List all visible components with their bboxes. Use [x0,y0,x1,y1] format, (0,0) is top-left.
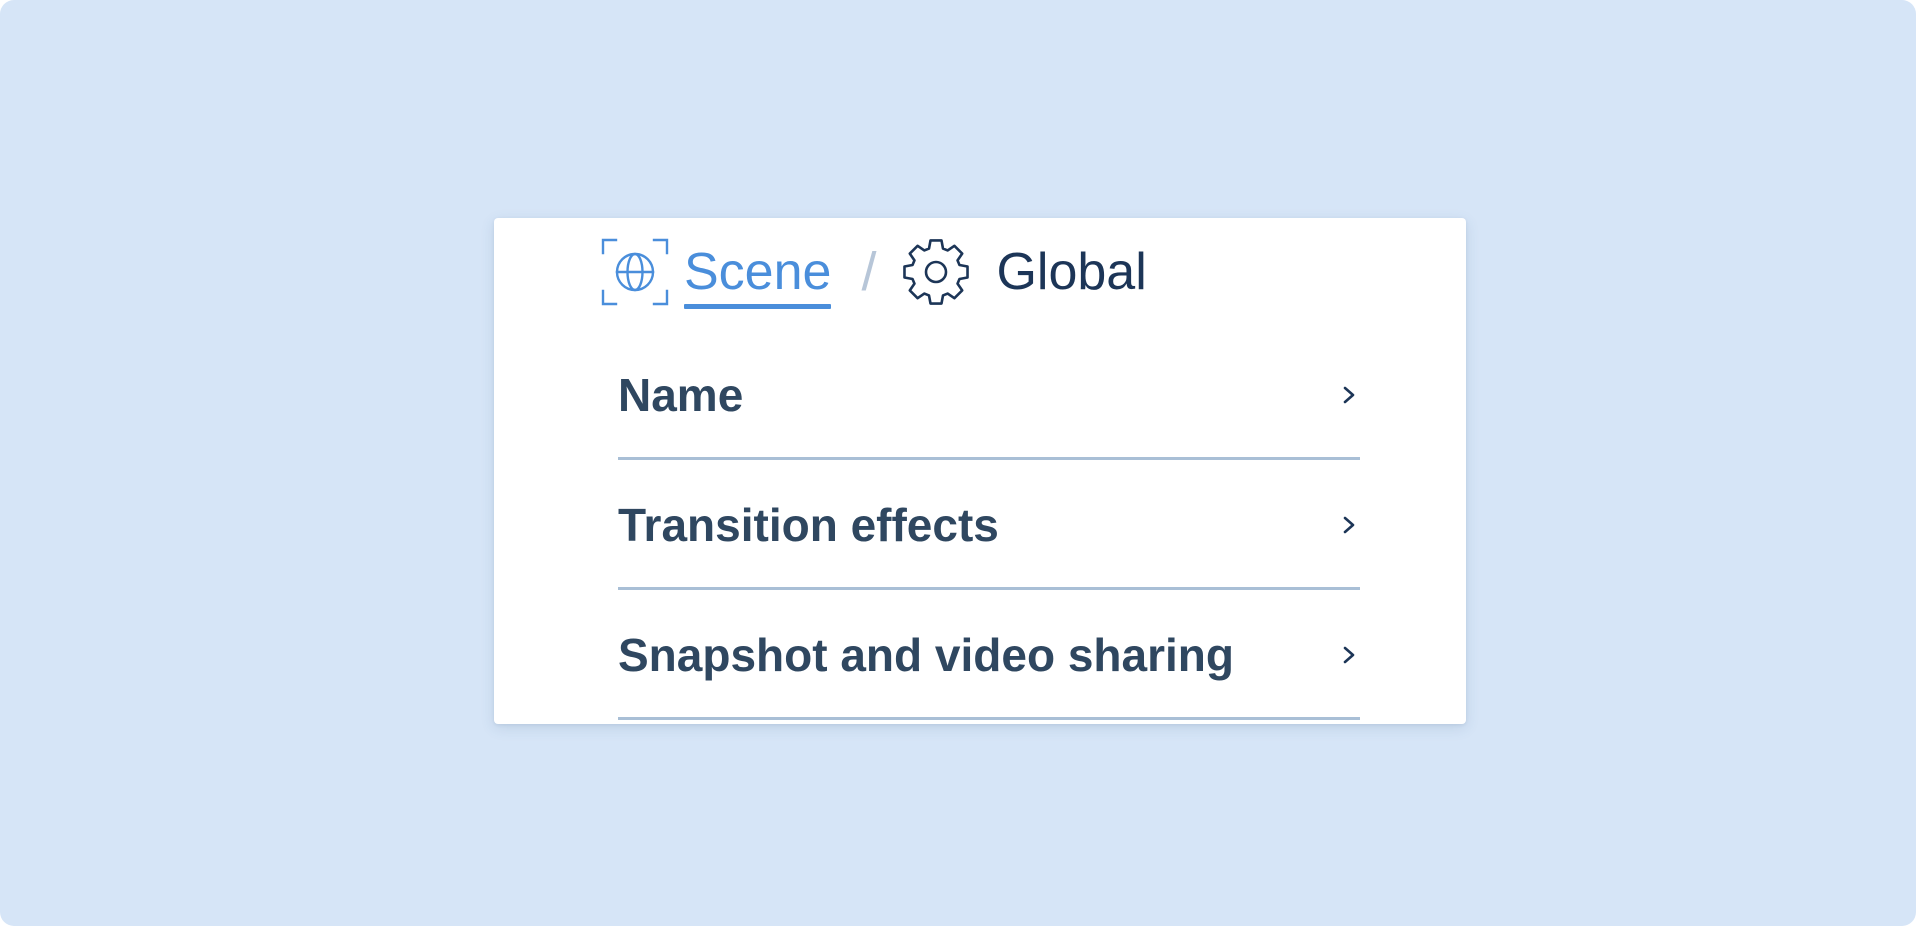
menu-item-label: Snapshot and video sharing [618,629,1234,681]
menu-item-snapshot-and-video-sharing[interactable]: Snapshot and video sharing [618,590,1360,720]
breadcrumb: Scene / Global [600,236,1147,309]
breadcrumb-separator: / [861,242,877,302]
settings-panel: Scene / Global Name Transition effects S… [494,218,1466,724]
breadcrumb-scene-link[interactable]: Scene [684,242,832,309]
chevron-right-icon [1343,646,1355,664]
menu-item-label: Name [618,369,744,421]
menu-item-transition-effects[interactable]: Transition effects [618,460,1360,590]
menu-item-label: Transition effects [618,499,999,551]
globe-frame-icon[interactable] [600,237,670,307]
menu-item-name[interactable]: Name [618,330,1360,460]
chevron-right-icon [1343,516,1355,534]
chevron-right-icon [1343,386,1355,404]
breadcrumb-global-label: Global [996,243,1147,301]
settings-menu: Name Transition effects Snapshot and vid… [618,330,1360,720]
gear-icon [903,239,970,305]
